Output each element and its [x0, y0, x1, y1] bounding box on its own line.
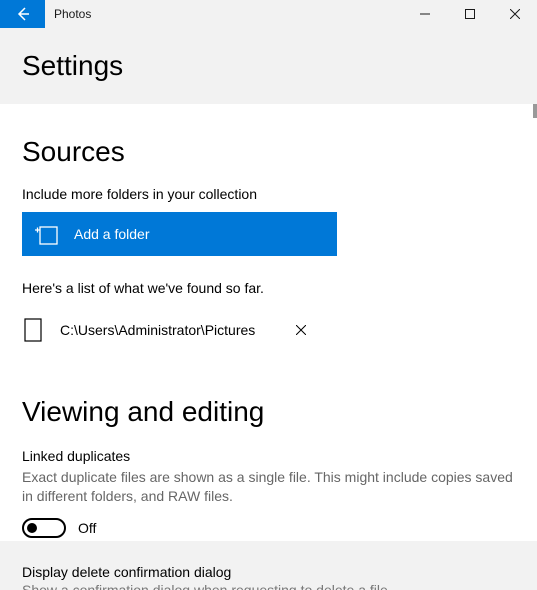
folder-row: C:\Users\Administrator\Pictures [22, 312, 515, 348]
minimize-icon [420, 9, 430, 19]
linked-duplicates-desc: Exact duplicate files are shown as a sin… [22, 468, 515, 506]
add-folder-icon [34, 223, 66, 245]
maximize-button[interactable] [447, 0, 492, 28]
toggle-state-label: Off [78, 520, 96, 536]
delete-confirm-title: Display delete confirmation dialog [22, 564, 515, 580]
folder-icon [22, 318, 44, 342]
toggle-knob [27, 523, 37, 533]
page-title: Settings [22, 50, 515, 82]
content-area: Sources Include more folders in your col… [0, 104, 537, 541]
remove-folder-button[interactable] [287, 316, 315, 344]
minimize-button[interactable] [402, 0, 447, 28]
linked-duplicates-toggle[interactable] [22, 518, 66, 538]
delete-confirm-desc: Show a confirmation dialog when requesti… [22, 582, 515, 590]
window-controls [402, 0, 537, 28]
found-text: Here's a list of what we've found so far… [22, 280, 515, 296]
app-title: Photos [54, 7, 91, 21]
remove-icon [296, 325, 306, 335]
folder-path: C:\Users\Administrator\Pictures [60, 322, 255, 338]
scrollbar[interactable] [533, 104, 537, 118]
sources-subtext: Include more folders in your collection [22, 186, 515, 202]
viewing-heading: Viewing and editing [22, 396, 515, 428]
close-icon [510, 9, 520, 19]
linked-duplicates-toggle-row: Off [22, 518, 515, 538]
back-arrow-icon [15, 6, 31, 22]
sources-heading: Sources [22, 136, 515, 168]
page-header: Settings [0, 28, 537, 104]
linked-duplicates-title: Linked duplicates [22, 448, 515, 464]
add-folder-label: Add a folder [74, 226, 150, 242]
back-button[interactable] [0, 0, 45, 28]
maximize-icon [465, 9, 475, 19]
add-folder-button[interactable]: Add a folder [22, 212, 337, 256]
close-button[interactable] [492, 0, 537, 28]
title-bar: Photos [0, 0, 537, 28]
